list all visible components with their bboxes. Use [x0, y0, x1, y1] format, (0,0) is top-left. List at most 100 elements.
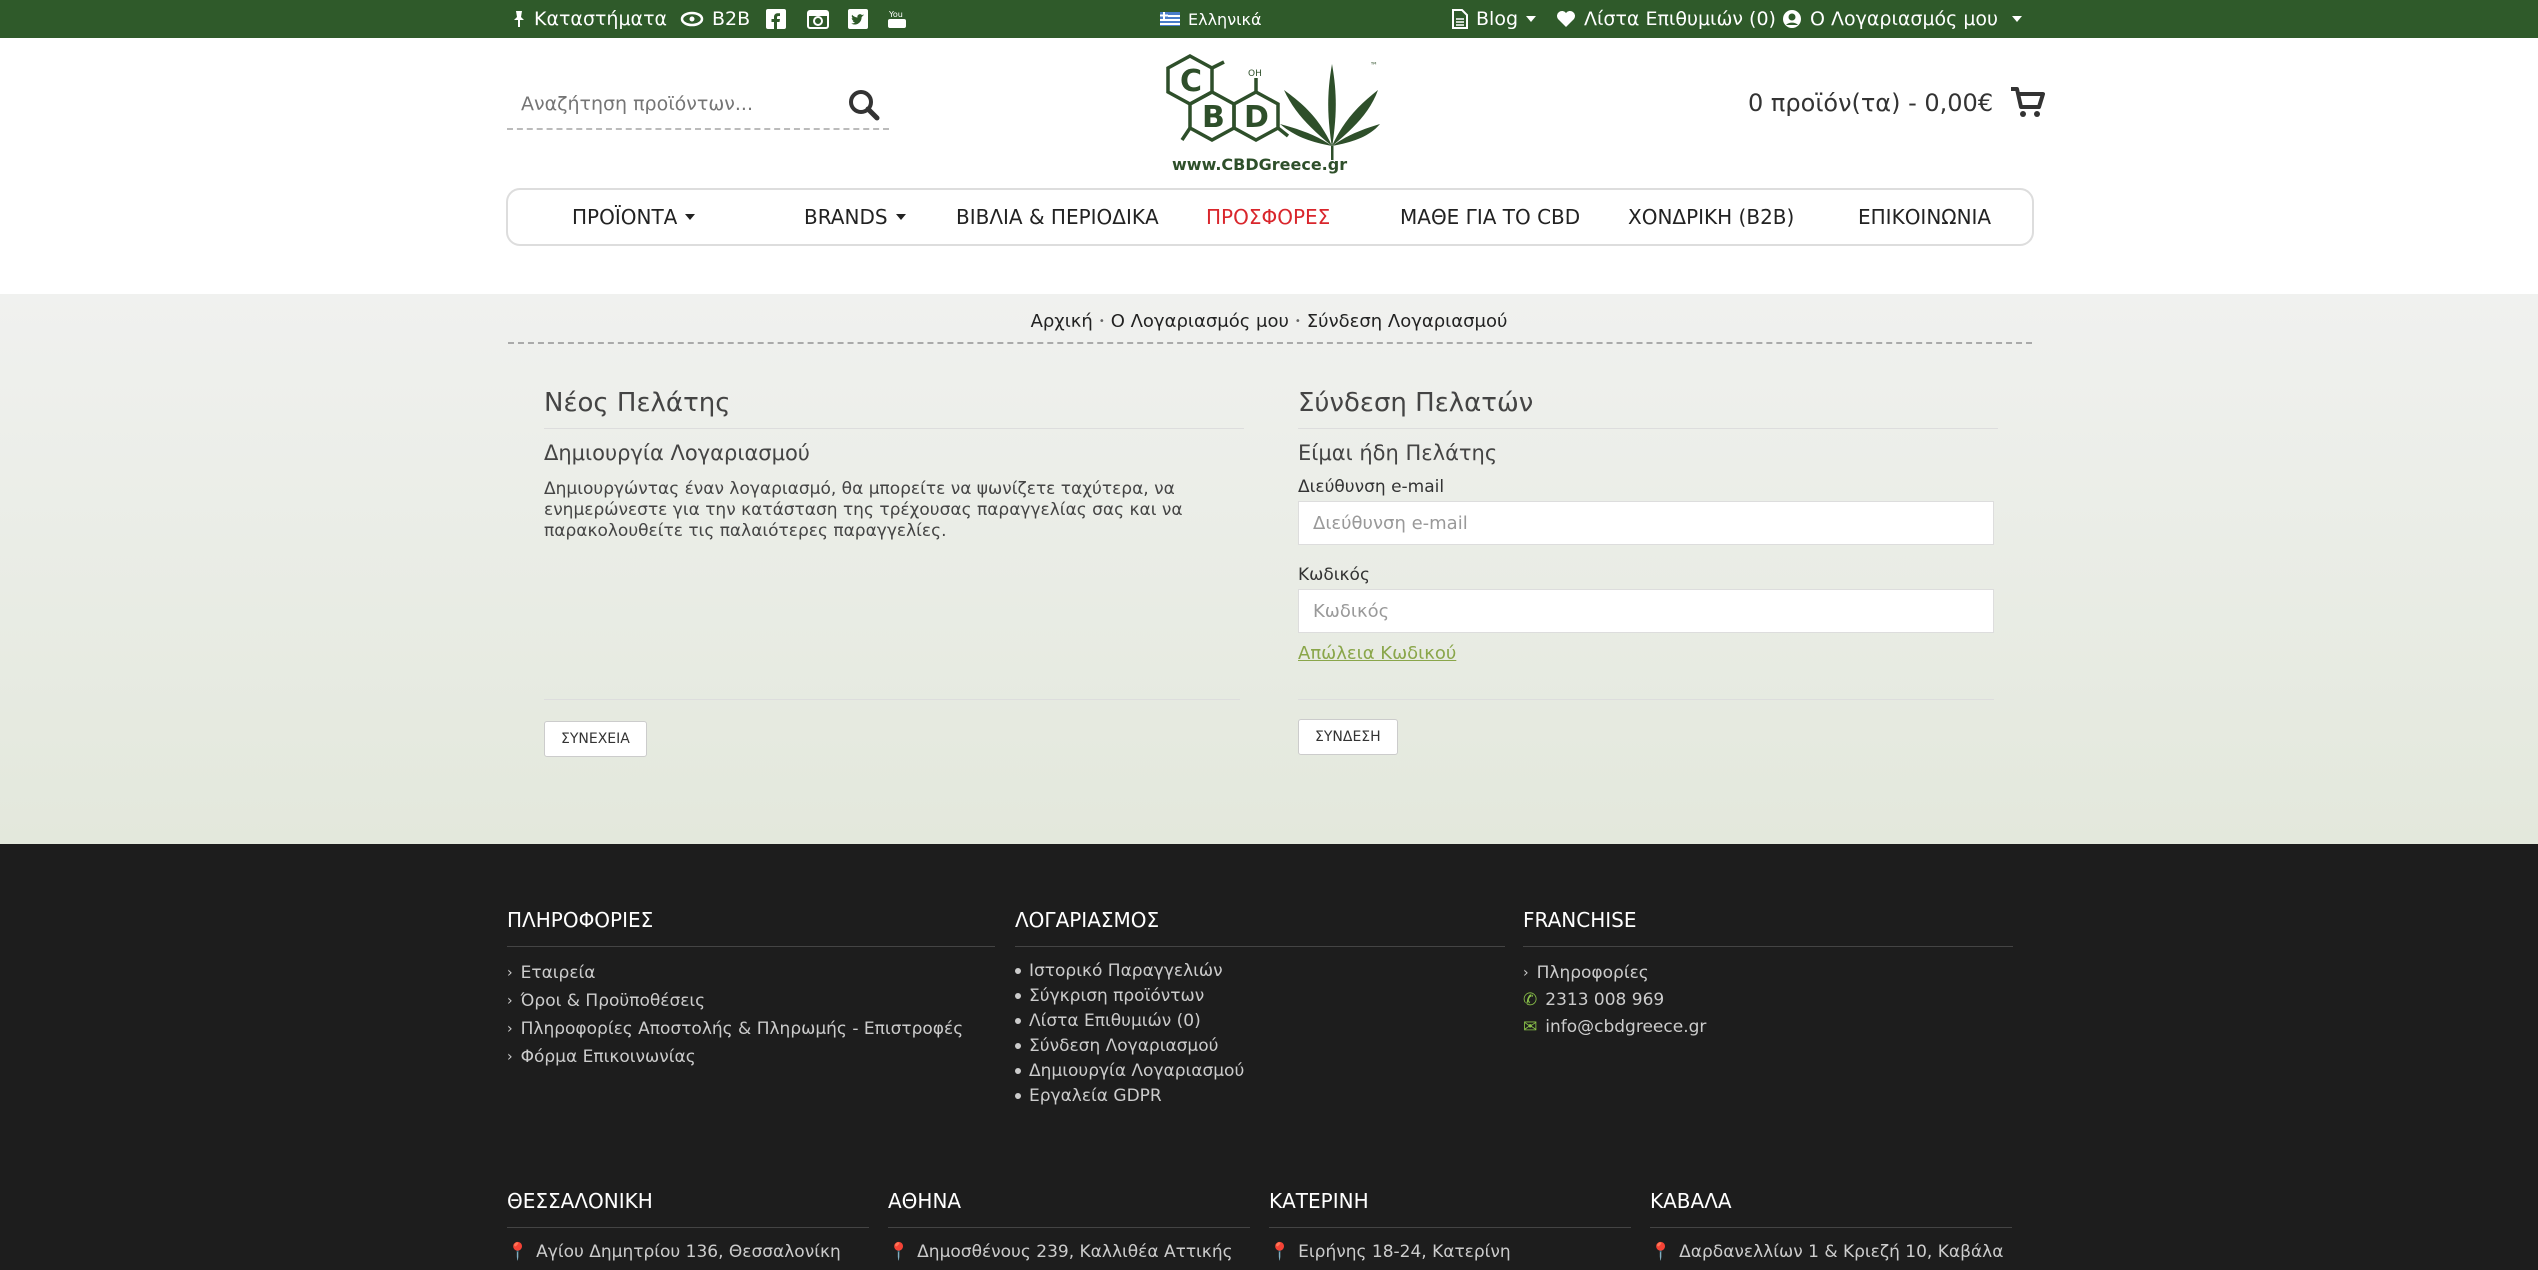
login-title: Σύνδεση Πελατών	[1298, 388, 1998, 429]
store-address-label: Δαρδανελλίων 1 & Κριεζή 10, Καβάλα	[1679, 1242, 2004, 1262]
account-menu[interactable]: Ο Λογαριασμός μου	[1782, 0, 2023, 38]
bullet-icon	[1015, 968, 1021, 974]
phone-icon: ✆	[1523, 990, 1538, 1010]
breadcrumb-login[interactable]: Σύνδεση Λογαριασμού	[1307, 311, 1508, 332]
store-address[interactable]: 📍 Δαρδανελλίων 1 & Κριεζή 10, Καβάλα	[1650, 1242, 2012, 1262]
footer-link-label: Δημιουργία Λογαριασμού	[1029, 1061, 1245, 1081]
breadcrumb-home[interactable]: Αρχική	[1031, 311, 1093, 332]
nav-label: ΠΡΟΪΟΝΤΑ	[572, 205, 678, 229]
password-field[interactable]: Κωδικός	[1298, 589, 1994, 633]
franchise-email[interactable]: ✉ info@cbdgreece.gr	[1523, 1017, 2013, 1037]
svg-text:B: B	[1202, 100, 1225, 135]
twitter-icon	[848, 9, 868, 29]
nav-item-products[interactable]: ΠΡΟΪΟΝΤΑ	[572, 190, 696, 244]
search-icon	[849, 90, 880, 121]
svg-text:D: D	[1244, 100, 1269, 135]
login-panel: Σύνδεση Πελατών Είμαι ήδη Πελάτης Διεύθυ…	[1298, 388, 1998, 664]
email-field[interactable]: Διεύθυνση e-mail	[1298, 501, 1994, 545]
b2b-link[interactable]: B2B	[680, 0, 750, 38]
camera-icon	[807, 9, 829, 29]
footer-link[interactable]: Δημιουργία Λογαριασμού	[1015, 1061, 1505, 1081]
footer-link[interactable]: Εργαλεία GDPR	[1015, 1086, 1505, 1106]
store-address[interactable]: 📍 Ειρήνης 18-24, Κατερίνη	[1269, 1242, 1631, 1262]
site-header: C B D OH ™ www.CBDGreece.gr 0 προϊόν(τα)…	[0, 38, 2538, 294]
youtube-icon: You	[888, 9, 906, 29]
footer-link[interactable]: › Πληροφορίες Αποστολής & Πληρωμής - Επισ…	[507, 1019, 995, 1039]
youtube-link[interactable]: You	[888, 0, 906, 38]
divider	[544, 699, 1240, 700]
nav-label: ΒΙΒΛΙΑ & ΠΕΡΙΟΔΙΚΑ	[956, 205, 1159, 229]
store-address-label: Ειρήνης 18-24, Κατερίνη	[1298, 1242, 1511, 1262]
store-city: ΘΕΣΣΑΛΟΝΙΚΗ	[507, 1189, 869, 1228]
main-navigation: ΠΡΟΪΟΝΤΑ BRANDS ΒΙΒΛΙΑ & ΠΕΡΙΟΔΙΚΑ ΠΡΟΣΦ…	[506, 188, 2034, 246]
store-address[interactable]: 📍 Δημοσθένους 239, Καλλιθέα Αττικής	[888, 1242, 1250, 1262]
chevron-right-icon: ›	[507, 1049, 513, 1065]
heart-icon	[1556, 10, 1576, 28]
search-button[interactable]	[847, 88, 881, 122]
instagram-link[interactable]	[807, 0, 829, 38]
email-label: Διεύθυνση e-mail	[1298, 477, 1445, 497]
store-katerini: ΚΑΤΕΡΙΝΗ 📍 Ειρήνης 18-24, Κατερίνη	[1269, 1189, 1631, 1262]
chevron-right-icon: ›	[507, 1021, 513, 1037]
search-bar	[507, 80, 889, 130]
footer-link[interactable]: Λίστα Επιθυμιών (0)	[1015, 1011, 1505, 1031]
footer-link-label: Σύγκριση προϊόντων	[1029, 986, 1205, 1006]
forgot-password-link[interactable]: Απώλεια Κωδικού	[1298, 643, 1456, 664]
chevron-right-icon: ›	[507, 993, 513, 1009]
separator-icon: •	[1098, 315, 1105, 327]
login-button[interactable]: ΣΥΝΔΕΣΗ	[1298, 719, 1398, 755]
account-label: Ο Λογαριασμός μου	[1810, 8, 1999, 30]
footer-link[interactable]: › Φόρμα Επικοινωνίας	[507, 1047, 995, 1067]
stores-label: Καταστήματα	[534, 8, 668, 30]
nav-item-brands[interactable]: BRANDS	[804, 190, 906, 244]
footer-info-title: ΠΛΗΡΟΦΟΡΙΕΣ	[507, 908, 995, 947]
footer-link-label: Εργαλεία GDPR	[1029, 1086, 1162, 1106]
nav-item-learn-cbd[interactable]: ΜΑΘΕ ΓΙΑ ΤΟ CBD	[1400, 190, 1580, 244]
chevron-right-icon: ›	[507, 965, 513, 981]
new-customer-subtitle: Δημιουργία Λογαριασμού	[544, 441, 810, 465]
pin-icon	[512, 10, 526, 28]
separator-icon: •	[1294, 315, 1301, 327]
wishlist-link[interactable]: Λίστα Επιθυμιών (0)	[1556, 0, 1776, 38]
continue-button[interactable]: ΣΥΝΕΧΕΙΑ	[544, 721, 647, 757]
nav-item-wholesale[interactable]: ΧΟΝΔΡΙΚΗ (B2B)	[1628, 190, 1794, 244]
store-address-label: Δημοσθένους 239, Καλλιθέα Αττικής	[917, 1242, 1233, 1262]
footer-info: ΠΛΗΡΟΦΟΡΙΕΣ › Εταιρεία › Όροι & Προϋποθέσε…	[507, 908, 995, 1067]
nav-item-books[interactable]: ΒΙΒΛΙΑ & ΠΕΡΙΟΔΙΚΑ	[956, 190, 1159, 244]
nav-item-contact[interactable]: ΕΠΙΚΟΙΝΩΝΙΑ	[1858, 190, 1991, 244]
footer-link[interactable]: › Όροι & Προϋποθέσεις	[507, 991, 995, 1011]
logo-text: www.CBDGreece.gr	[1172, 155, 1347, 174]
chevron-down-icon	[895, 214, 906, 220]
cbd-greece-logo: C B D OH ™ www.CBDGreece.gr	[1166, 54, 1380, 174]
nav-item-offers[interactable]: ΠΡΟΣΦΟΡΕΣ	[1206, 190, 1330, 244]
franchise-email-label: info@cbdgreece.gr	[1545, 1017, 1707, 1037]
footer-link[interactable]: Σύνδεση Λογαριασμού	[1015, 1036, 1505, 1056]
stores-link[interactable]: Καταστήματα	[512, 0, 667, 38]
b2b-label: B2B	[712, 8, 751, 30]
footer-link-label: Λίστα Επιθυμιών (0)	[1029, 1011, 1201, 1031]
site-logo[interactable]: C B D OH ™ www.CBDGreece.gr	[1160, 50, 1380, 180]
svg-text:You: You	[888, 10, 903, 19]
bullet-icon	[1015, 1043, 1021, 1049]
footer-link[interactable]: Σύγκριση προϊόντων	[1015, 986, 1505, 1006]
new-customer-title: Νέος Πελάτης	[544, 388, 1244, 429]
store-city: ΚΑΒΑΛΑ	[1650, 1189, 2012, 1228]
franchise-phone[interactable]: ✆ 2313 008 969	[1523, 990, 2013, 1010]
cart-label: 0 προϊόν(τα) - 0,00€	[1748, 89, 1994, 117]
footer-link[interactable]: Ιστορικό Παραγγελιών	[1015, 961, 1505, 981]
nav-label: ΜΑΘΕ ΓΙΑ ΤΟ CBD	[1400, 205, 1581, 229]
search-input[interactable]	[507, 93, 827, 115]
store-address[interactable]: 📍 Αγίου Δημητρίου 136, Θεσσαλονίκη	[507, 1242, 869, 1262]
cart-summary[interactable]: 0 προϊόν(τα) - 0,00€	[1748, 86, 2046, 120]
facebook-link[interactable]	[766, 0, 786, 38]
twitter-link[interactable]	[848, 0, 868, 38]
franchise-info-link[interactable]: › Πληροφορίες	[1523, 963, 2013, 983]
store-thessaloniki: ΘΕΣΣΑΛΟΝΙΚΗ 📍 Αγίου Δημητρίου 136, Θεσσαλ…	[507, 1189, 869, 1262]
breadcrumb-account[interactable]: Ο Λογαριασμός μου	[1111, 311, 1289, 332]
svg-text:OH: OH	[1248, 69, 1262, 79]
language-selector[interactable]: Ελληνικά	[1160, 0, 1262, 38]
blog-menu[interactable]: Blog	[1452, 0, 1536, 38]
language-label: Ελληνικά	[1188, 9, 1262, 29]
footer-link[interactable]: › Εταιρεία	[507, 963, 995, 983]
breadcrumb: Αρχική • Ο Λογαριασμός μου • Σύνδεση Λογ…	[0, 306, 2538, 336]
